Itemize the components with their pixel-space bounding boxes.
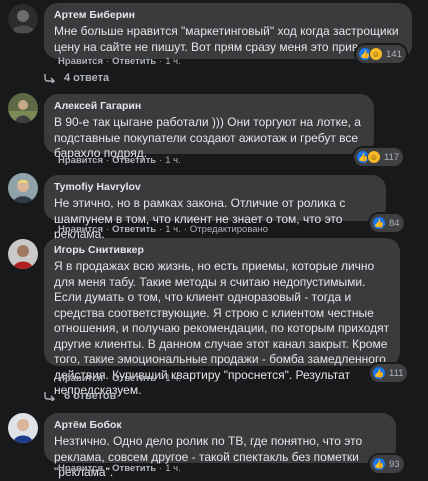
comment-time[interactable]: 1 ч. <box>165 463 181 474</box>
comment-bubble: Артём Бобок Незтично. Одно дело ролик по… <box>44 413 396 479</box>
comment-time[interactable]: 1 ч. <box>165 56 181 67</box>
reply-arrow-icon <box>44 392 55 401</box>
comment-actions: Нравится · Ответить · 1 ч. <box>58 463 181 474</box>
avatar[interactable] <box>8 173 38 203</box>
comment-bubble: Игорь Снитивкер Я в продажах всю жизнь, … <box>44 238 400 397</box>
comment-text: Мне больше нравится "маркетинговый" ход … <box>54 24 399 54</box>
avatar[interactable] <box>8 4 38 34</box>
comment-author[interactable]: Игорь Снитивкер <box>54 244 390 257</box>
comment-author[interactable]: Артем Биберин <box>54 9 402 22</box>
avatar[interactable] <box>8 93 38 123</box>
edited-label[interactable]: Отредактировано <box>190 224 268 235</box>
comment-bubble: Алексей Гагарин В 90-е так цыгане работа… <box>44 94 374 160</box>
view-replies-button[interactable]: 4 ответа <box>44 72 109 84</box>
like-button[interactable]: Нравится <box>58 463 103 474</box>
comment-bubble: Tymofiy Havrylov Не этично, но в рамках … <box>44 175 386 241</box>
reply-button[interactable]: Ответить <box>112 224 156 235</box>
like-icon: 👍 <box>372 457 386 471</box>
comment-actions: Нравится · Ответить · 1 ч. · Отредактировано <box>58 224 269 235</box>
like-button[interactable]: Нравится <box>58 373 103 384</box>
comment-author[interactable]: Tymofiy Havrylov <box>54 181 376 194</box>
avatar[interactable] <box>8 413 38 443</box>
reply-button[interactable]: Ответить <box>112 56 156 67</box>
like-button[interactable]: Нравится <box>58 224 103 235</box>
comment-actions: Нравится · Ответить · 1 ч. <box>58 56 181 67</box>
comment-time[interactable]: 1 ч. <box>165 224 181 235</box>
reaction-summary[interactable]: 👍 84 <box>370 214 404 232</box>
reaction-count: 141 <box>386 48 402 60</box>
reply-arrow-icon <box>44 74 55 83</box>
reaction-count: 111 <box>389 367 404 379</box>
reaction-summary[interactable]: 👍 111 <box>370 364 408 382</box>
reply-button[interactable]: Ответить <box>112 463 156 474</box>
reaction-summary[interactable]: 👍 ☺ 141 <box>356 45 406 63</box>
comment-time[interactable]: 1 ч. <box>165 373 181 384</box>
haha-icon: ☺ <box>367 150 381 164</box>
comment-time[interactable]: 1 ч. <box>165 155 181 166</box>
reaction-summary[interactable]: 👍 ☺ 117 <box>354 148 404 166</box>
comment-actions: Нравится · Ответить · 1 ч. <box>58 155 181 166</box>
reply-button[interactable]: Ответить <box>112 373 156 384</box>
reply-button[interactable]: Ответить <box>112 155 156 166</box>
replies-count: 4 ответа <box>64 72 110 84</box>
like-icon: 👍 <box>372 216 386 230</box>
comment-author[interactable]: Алексей Гагарин <box>54 100 364 113</box>
haha-icon: ☺ <box>369 47 383 61</box>
reaction-count: 84 <box>389 217 400 229</box>
like-icon: 👍 <box>372 366 386 380</box>
comment-actions: Нравится · Ответить · 1 ч. <box>58 373 181 384</box>
like-button[interactable]: Нравится <box>58 56 103 67</box>
avatar[interactable] <box>8 239 38 269</box>
reaction-summary[interactable]: 👍 93 <box>370 455 404 473</box>
reaction-count: 93 <box>389 458 400 470</box>
comment-author[interactable]: Артём Бобок <box>54 419 386 432</box>
view-replies-button[interactable]: 6 ответов <box>44 390 116 402</box>
reaction-count: 117 <box>384 151 400 163</box>
like-button[interactable]: Нравится <box>58 155 103 166</box>
replies-count: 6 ответов <box>64 390 117 402</box>
